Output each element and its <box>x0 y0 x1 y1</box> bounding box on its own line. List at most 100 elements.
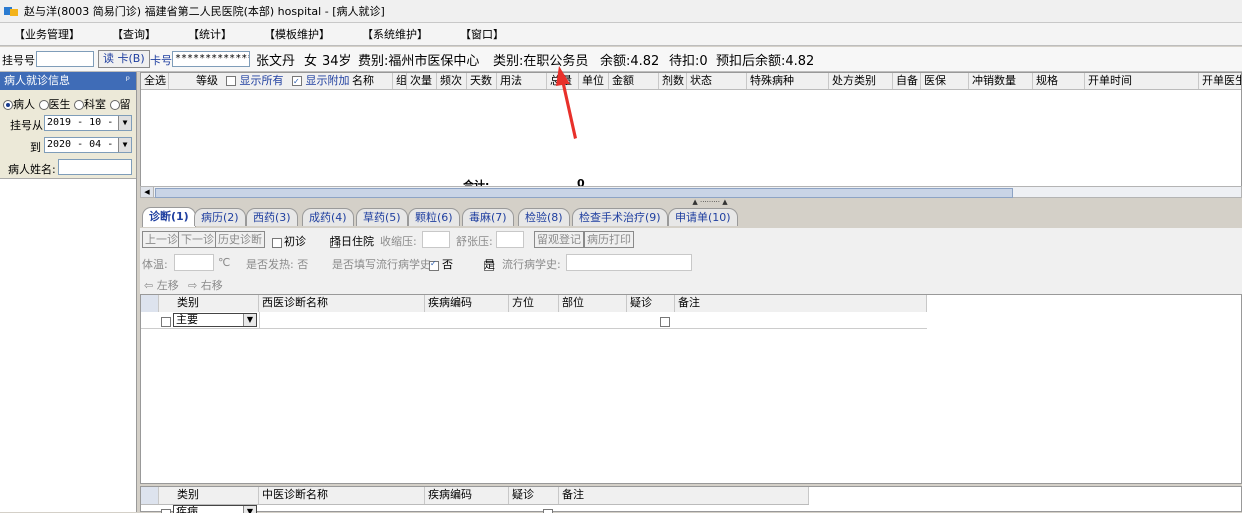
category-select[interactable]: 主要 ▼ <box>173 313 257 327</box>
tab-request-form[interactable]: 申请单(10) <box>668 208 738 226</box>
record-print-button[interactable]: 病历打印 <box>584 231 634 248</box>
menu-bar: 【业务管理】 【查询】 【统计】 【模板维护】 【系统维护】 【窗口】 <box>0 23 1242 46</box>
radio-doctor[interactable] <box>38 100 49 110</box>
col-status: 状态 <box>687 73 747 89</box>
radio-dept[interactable] <box>74 100 84 110</box>
scroll-thumb[interactable] <box>155 188 1013 198</box>
tab-granule[interactable]: 颗粒(6) <box>408 208 460 226</box>
suspected-checkbox[interactable] <box>659 317 670 327</box>
annotation-arrow-icon <box>556 66 577 139</box>
suspected-checkbox[interactable] <box>542 509 553 513</box>
show-extra-label: 显示附加 <box>305 74 350 87</box>
systolic-input[interactable] <box>422 231 450 248</box>
card-input[interactable]: ************** <box>172 51 250 67</box>
move-toolbar: ⇦ 左移 ⇨ 右移 <box>140 274 1242 295</box>
schedule-admission-label: 择日住院 <box>330 235 374 248</box>
col-doses: 剂数 <box>659 73 687 89</box>
reg-from-date[interactable]: 2019 - 10 - 13 ▼ <box>44 115 132 131</box>
radio-obs[interactable] <box>109 100 120 110</box>
tab-patent-medicine[interactable]: 成药(4) <box>302 208 354 226</box>
row-checkbox[interactable] <box>161 509 171 513</box>
show-extra-checkbox[interactable] <box>292 74 302 89</box>
reg-no-input[interactable] <box>36 51 94 67</box>
col-usage: 用法 <box>497 73 547 89</box>
col-western-diagnosis: 西医诊断名称 <box>259 295 425 312</box>
show-all-toggle[interactable]: 显示所有 <box>223 73 289 89</box>
menu-stats[interactable]: 【统计】 <box>188 26 232 42</box>
category-select-value: 主要 <box>176 313 198 326</box>
tab-lab-test[interactable]: 检验(8) <box>518 208 570 226</box>
systolic-label: 收缩压: <box>380 235 417 248</box>
prev-visit-button[interactable]: 上一诊 <box>142 231 181 248</box>
reg-to-date[interactable]: 2020 - 04 - 20 ▼ <box>44 137 132 153</box>
col-offset-qty: 冲销数量 <box>969 73 1033 89</box>
chevron-down-icon[interactable]: ▼ <box>243 314 256 326</box>
col-days: 天数 <box>467 73 497 89</box>
fever-label: 是否发热: 否 <box>246 258 309 271</box>
menu-business[interactable]: 【业务管理】 <box>14 26 80 42</box>
col-suspected: 疑诊 <box>627 295 675 312</box>
tab-exam-surgery[interactable]: 检查手术治疗(9) <box>572 208 668 226</box>
epidemiology-label: 是否填写流行病学史: <box>332 258 435 271</box>
vitals-toolbar: 体温: ℃ 是否发热: 否 是否填写流行病学史: 否 是 流行病学史: <box>140 252 1242 274</box>
tab-medical-record[interactable]: 病历(2) <box>194 208 246 226</box>
diastolic-input[interactable] <box>496 231 524 248</box>
show-all-checkbox[interactable] <box>226 76 236 86</box>
menu-system[interactable]: 【系统维护】 <box>362 26 428 42</box>
row-select-corner[interactable] <box>141 487 159 504</box>
chevron-down-icon[interactable]: ▼ <box>118 138 131 152</box>
grid-header: 全选 等级 显示所有 显示附加 名称 组 次量 频次 天数 用法 总量 单位 金… <box>141 73 1241 90</box>
epidemiology-no-checkbox[interactable] <box>429 259 439 271</box>
show-all-label: 显示所有 <box>239 74 284 87</box>
scope-radios: 病人 医生 科室 留 <box>3 96 131 112</box>
move-right-label: 右移 <box>200 279 223 292</box>
pending-deduct: 待扣:0 <box>669 54 708 69</box>
move-left-button[interactable]: ⇦ 左移 <box>144 277 179 293</box>
card-label: 卡号 <box>150 54 172 67</box>
row-select-corner[interactable] <box>141 295 159 312</box>
observation-register-button[interactable]: 留观登记 <box>534 231 584 248</box>
epidemiology-history-input[interactable] <box>566 254 692 271</box>
fee-type: 费别:福州市医保中心 <box>358 54 480 69</box>
tab-diagnosis[interactable]: 诊断(1) <box>142 207 196 227</box>
col-select-all[interactable]: 全选 <box>141 73 169 89</box>
col-insurance: 医保 <box>921 73 969 89</box>
temperature-input[interactable] <box>174 254 214 271</box>
menu-query[interactable]: 【查询】 <box>112 26 156 42</box>
col-amount: 金额 <box>609 73 659 89</box>
horizontal-scrollbar[interactable]: ◀ <box>140 186 1242 198</box>
app-icon <box>4 7 18 16</box>
temperature-unit: ℃ <box>218 256 231 269</box>
menu-window[interactable]: 【窗口】 <box>460 26 504 42</box>
col-frequency: 频次 <box>437 73 467 89</box>
patient-gender: 女 <box>304 54 318 69</box>
col-spacer <box>169 73 193 89</box>
radio-patient[interactable] <box>3 100 13 110</box>
row-checkbox[interactable] <box>161 317 171 327</box>
splitter-grip-icon[interactable]: ▲ ········· ▲ <box>682 199 738 206</box>
pin-icon[interactable]: ᵖ <box>126 72 130 90</box>
patient-name: 张文丹 <box>256 54 296 69</box>
move-left-label: 左移 <box>156 279 179 292</box>
chevron-down-icon[interactable]: ▼ <box>118 116 131 130</box>
history-diagnosis-button[interactable]: 历史诊断 <box>215 231 265 248</box>
tab-western-medicine[interactable]: 西药(3) <box>246 208 298 226</box>
next-visit-button[interactable]: 下一诊 <box>178 231 217 248</box>
col-tcm-diagnosis: 中医诊断名称 <box>259 487 425 504</box>
scroll-left-icon[interactable]: ◀ <box>141 187 154 197</box>
menu-template[interactable]: 【模板维护】 <box>264 26 330 42</box>
first-visit-checkbox[interactable] <box>272 238 282 248</box>
tab-bar: 诊断(1) 病历(2) 西药(3) 成药(4) 草药(5) 颗粒(6) 毒麻(7… <box>140 206 1242 227</box>
show-extra-toggle[interactable]: 显示附加 <box>289 73 349 89</box>
patient-name-input[interactable] <box>58 159 132 175</box>
diagnosis-toolbar: 上一诊 下一诊 历史诊断 初诊 择日住院 收缩压: 舒张压: 留观登记 病历打印 <box>140 228 1242 252</box>
left-panel: 病人就诊信息 ᵖ 病人 医生 科室 留 挂号从 2019 - 10 - 13 ▼… <box>0 72 137 512</box>
prescription-grid: 全选 等级 显示所有 显示附加 名称 组 次量 频次 天数 用法 总量 单位 金… <box>140 72 1242 198</box>
table-row[interactable]: 主要 ▼ <box>141 312 927 329</box>
col-category: 类别 <box>159 295 259 312</box>
read-card-button[interactable]: 读 卡(B) <box>98 50 150 68</box>
move-right-button[interactable]: ⇨ 右移 <box>188 277 223 293</box>
tab-herbal[interactable]: 草药(5) <box>356 208 408 226</box>
arrow-right-icon: ⇨ <box>188 279 198 292</box>
tab-narcotic[interactable]: 毒麻(7) <box>462 208 514 226</box>
